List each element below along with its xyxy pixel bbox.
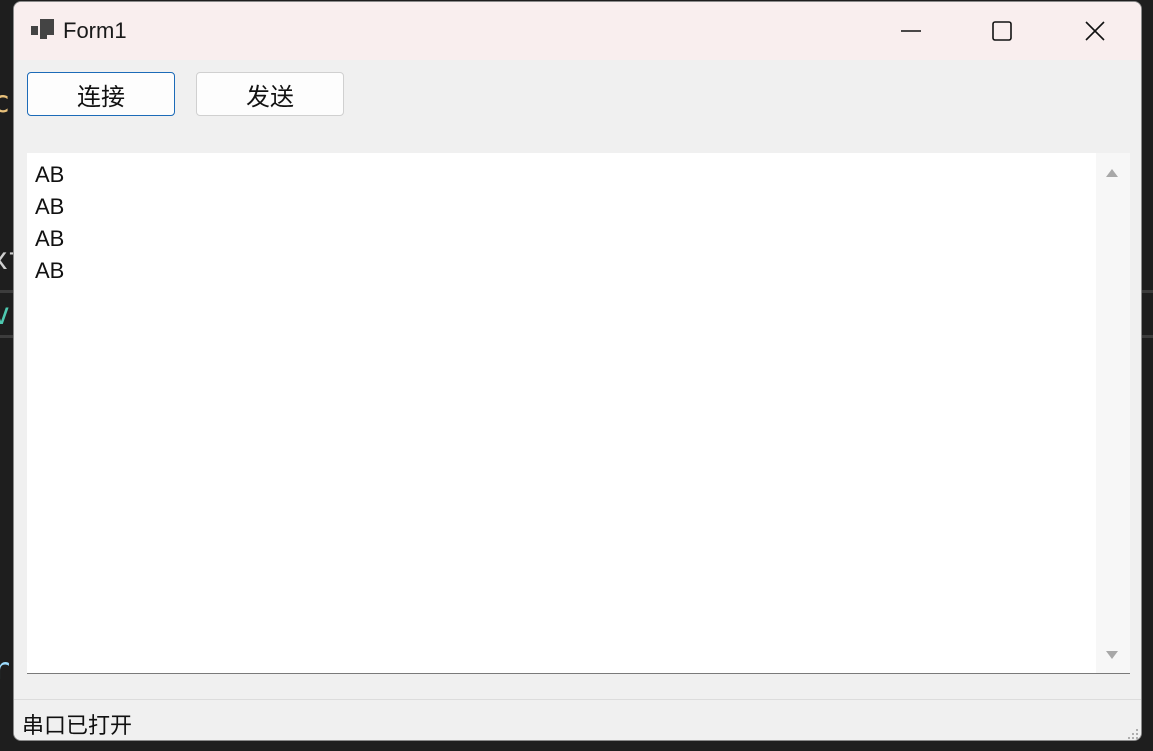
output-line: AB <box>35 258 65 283</box>
background-divider <box>1141 290 1153 293</box>
app-icon <box>31 19 54 39</box>
background-editor-fragment: r <box>0 652 11 687</box>
connect-button[interactable]: 连接 <box>27 72 175 116</box>
form-window: Form1 连接 发送 AB AB AB AB 串口已打开 <box>13 1 1142 741</box>
output-textbox[interactable]: AB AB AB AB <box>27 153 1130 674</box>
background-divider <box>1141 335 1153 338</box>
maximize-button[interactable] <box>956 2 1048 60</box>
window-title: Form1 <box>63 18 127 43</box>
minimize-icon <box>901 30 921 32</box>
status-bar: 串口已打开 <box>14 699 1141 740</box>
output-line: AB <box>35 162 65 187</box>
close-icon <box>1085 21 1105 41</box>
close-button[interactable] <box>1049 2 1141 60</box>
background-divider <box>0 335 14 338</box>
background-editor-fragment: c <box>0 85 11 120</box>
status-label: 串口已打开 <box>22 714 133 739</box>
scroll-down-arrow-icon[interactable] <box>1106 651 1118 659</box>
output-line: AB <box>35 226 65 251</box>
scroll-up-arrow-icon[interactable] <box>1106 169 1118 177</box>
resize-grip-icon[interactable] <box>1125 726 1139 740</box>
vertical-scrollbar[interactable] <box>1096 153 1130 673</box>
minimize-button[interactable] <box>865 2 957 60</box>
title-bar[interactable]: Form1 <box>14 2 1141 60</box>
background-divider <box>0 290 14 293</box>
background-editor-fragment: v <box>0 297 11 332</box>
output-line: AB <box>35 194 65 219</box>
maximize-icon <box>992 21 1012 41</box>
send-button[interactable]: 发送 <box>196 72 344 116</box>
output-text: AB AB AB AB <box>35 159 64 287</box>
